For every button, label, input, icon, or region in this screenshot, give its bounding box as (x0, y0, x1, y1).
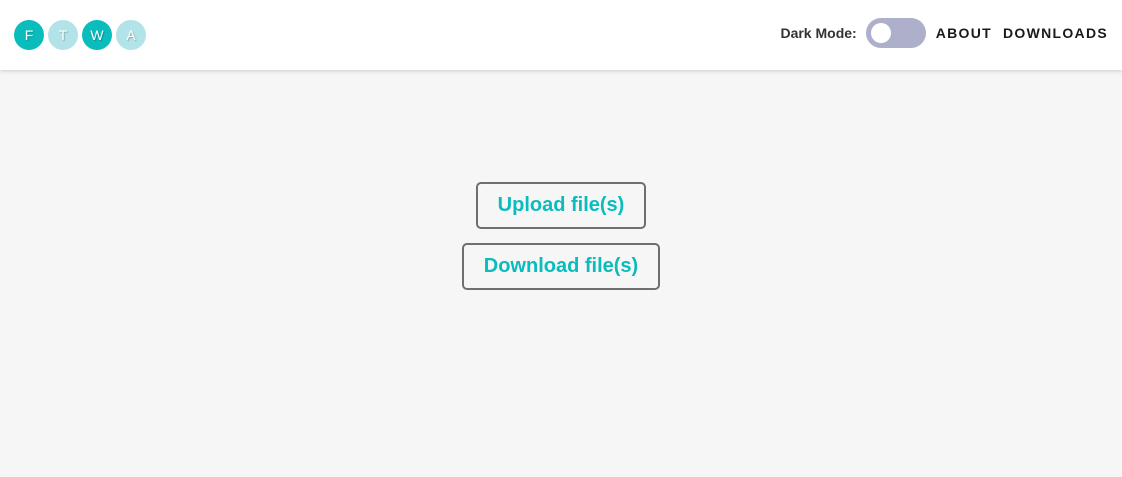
download-files-button[interactable]: Download file(s) (462, 243, 660, 290)
upload-files-button[interactable]: Upload file(s) (476, 182, 646, 229)
dark-mode-toggle[interactable] (865, 18, 926, 48)
top-header: F T W A Dark Mode: ABOUT DOWNLOADS (0, 0, 1122, 70)
dark-mode-label: Dark Mode: (780, 25, 857, 41)
toggle-knob (870, 23, 891, 43)
logo-letter-t: T (48, 20, 78, 50)
main-content: Upload file(s) Download file(s) (0, 70, 1122, 477)
logo-letter-w: W (82, 20, 112, 50)
logo[interactable]: F T W A (14, 20, 146, 50)
about-link[interactable]: ABOUT (936, 25, 992, 41)
header-nav: Dark Mode: ABOUT DOWNLOADS (780, 18, 1108, 48)
logo-letter-a: A (116, 20, 146, 50)
logo-letter-f: F (14, 20, 44, 50)
downloads-link[interactable]: DOWNLOADS (1003, 25, 1108, 41)
